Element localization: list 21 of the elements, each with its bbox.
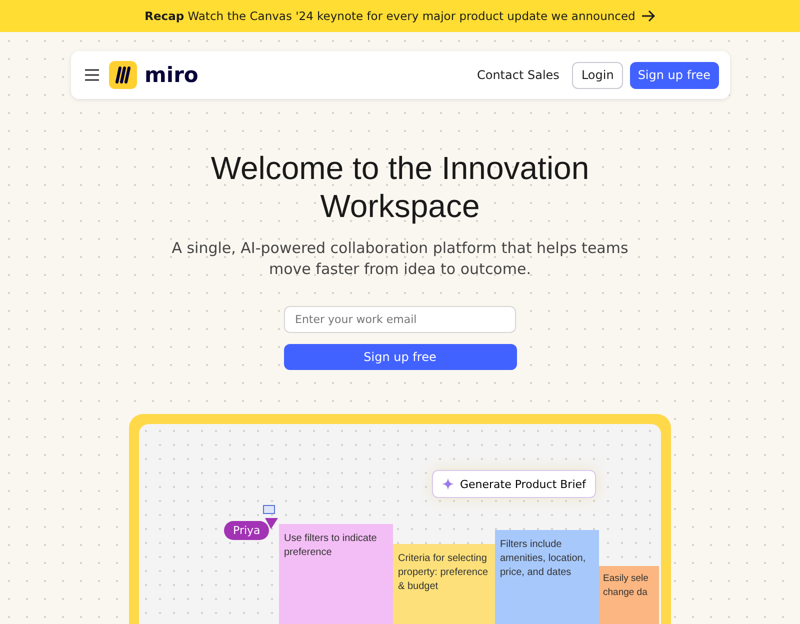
- sticky-note[interactable]: Easily sele change da: [599, 566, 659, 624]
- hero-subtitle: A single, AI-powered collaboration platform that helps teams move faster from idea to outcome.: [170, 238, 630, 280]
- generate-brief-button[interactable]: Generate Product Brief: [432, 470, 596, 498]
- user-cursor-label: Priya: [224, 521, 270, 540]
- arrow-right-icon[interactable]: [641, 10, 656, 22]
- cursor-icon: [264, 517, 279, 530]
- sticky-note[interactable]: Criteria for selecting property: preference & budget: [393, 544, 495, 624]
- sticky-note[interactable]: Use filters to indicate preference: [279, 524, 393, 624]
- shape-icon: [263, 505, 275, 514]
- hero-heading: Welcome to the Innovation Workspace: [210, 149, 590, 225]
- contact-sales-link[interactable]: Contact Sales: [476, 68, 560, 82]
- sign-up-button[interactable]: Sign up free: [284, 344, 516, 370]
- login-button[interactable]: Login: [572, 62, 623, 88]
- sticky-note[interactable]: Filters include amenities, location, price, and dates: [495, 530, 599, 624]
- sign-up-button[interactable]: Sign up free: [630, 62, 718, 88]
- logo-icon[interactable]: [108, 61, 136, 89]
- logo-wordmark[interactable]: miro: [144, 63, 198, 87]
- sparkle-icon: [442, 478, 454, 490]
- banner-text[interactable]: Recap Watch the Canvas '24 keynote for every major product update we announced: [144, 9, 636, 23]
- email-input-field[interactable]: Enter your work email: [284, 306, 516, 332]
- menu-icon[interactable]: [84, 69, 98, 81]
